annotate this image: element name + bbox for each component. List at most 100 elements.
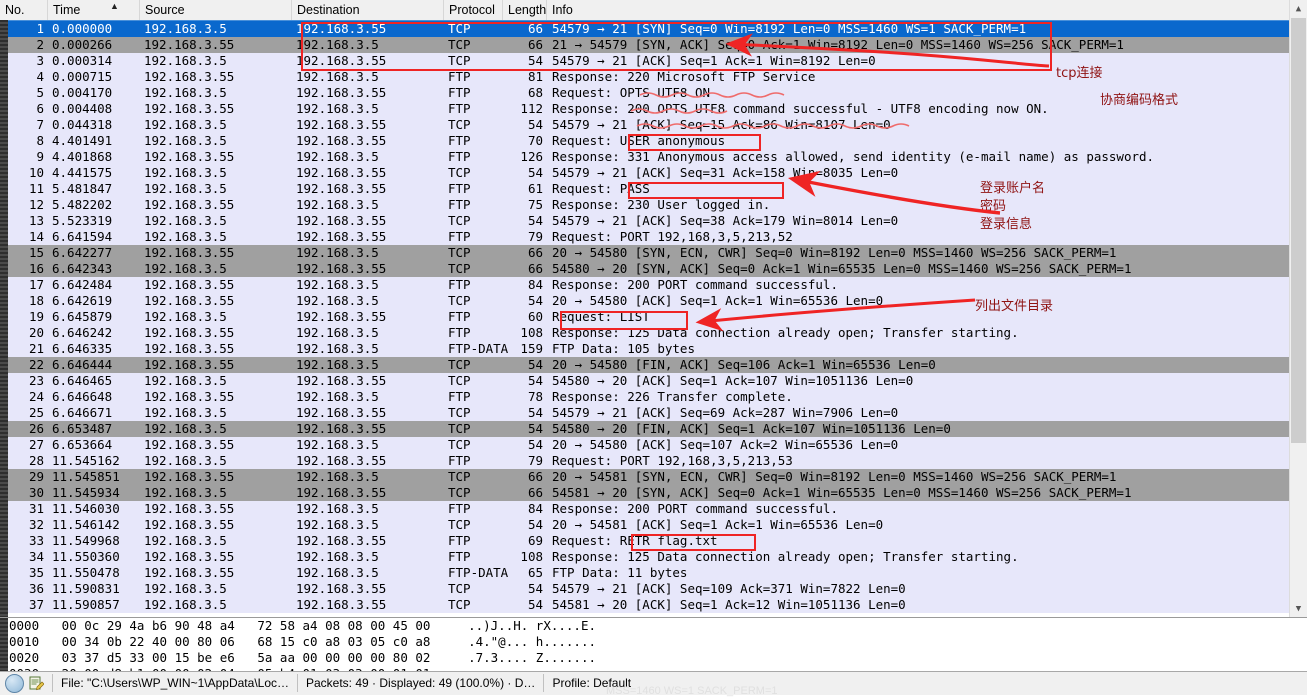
table-row[interactable]: 33 11.549968 192.168.3.5 192.168.3.55 FTP 69 R…: [0, 533, 1307, 549]
table-row[interactable]: 2 0.000266 192.168.3.55 192.168.3.5 TCP 66 21 …: [0, 37, 1307, 53]
packet-protocol: TCP: [448, 357, 471, 372]
packet-time: 6.646671: [52, 405, 113, 420]
packet-protocol: FTP: [448, 501, 471, 516]
sort-ascending-icon: ▲: [110, 1, 119, 11]
packet-info: Response: 125 Data connection already op…: [552, 325, 1019, 340]
table-row[interactable]: 27 6.653664 192.168.3.55 192.168.3.5 TCP 54 20…: [0, 437, 1307, 453]
column-header-protocol[interactable]: Protocol: [444, 0, 503, 20]
packet-length: 65: [527, 565, 543, 580]
packet-destination: 192.168.3.5: [296, 565, 379, 580]
packet-destination: 192.168.3.5: [296, 357, 379, 372]
column-header-length[interactable]: Length: [503, 0, 547, 20]
packet-length: 79: [527, 229, 543, 244]
packet-time: 11.550360: [52, 549, 120, 564]
table-row[interactable]: 14 6.641594 192.168.3.5 192.168.3.55 FTP 79 Re…: [0, 229, 1307, 245]
packet-length: 84: [527, 277, 543, 292]
packet-source: 192.168.3.5: [144, 21, 227, 36]
packet-info: 54581 → 20 [SYN, ACK] Seq=0 Ack=1 Win=65…: [552, 485, 1132, 500]
table-row[interactable]: 17 6.642484 192.168.3.55 192.168.3.5 FTP 84 Re…: [0, 277, 1307, 293]
scroll-up-icon[interactable]: ▲: [1290, 0, 1307, 17]
table-row[interactable]: 35 11.550478 192.168.3.55 192.168.3.5 FTP-DA…: [0, 565, 1307, 581]
packet-time: 5.482202: [52, 197, 113, 212]
table-row[interactable]: 36 11.590831 192.168.3.5 192.168.3.55 TCP 54 5…: [0, 581, 1307, 597]
table-row[interactable]: 21 6.646335 192.168.3.55 192.168.3.5 FTP-DAT…: [0, 341, 1307, 357]
table-row[interactable]: 18 6.642619 192.168.3.55 192.168.3.5 TCP 54 20…: [0, 293, 1307, 309]
table-row[interactable]: 11 5.481847 192.168.3.5 192.168.3.55 FTP 61 Re…: [0, 181, 1307, 197]
table-row[interactable]: 9 4.401868 192.168.3.55 192.168.3.5 FTP 126 Re…: [0, 149, 1307, 165]
table-row[interactable]: 20 6.646242 192.168.3.55 192.168.3.5 FTP 108 R…: [0, 325, 1307, 341]
packet-time: 6.646465: [52, 373, 113, 388]
packet-list-header[interactable]: No. Time Source Destination Protocol Len…: [0, 0, 1307, 21]
table-row[interactable]: 4 0.000715 192.168.3.55 192.168.3.5 FTP 81 Res…: [0, 69, 1307, 85]
packet-list-scrollbar[interactable]: ▲ ▼: [1289, 0, 1307, 617]
table-row[interactable]: 6 0.004408 192.168.3.55 192.168.3.5 FTP 112 Re…: [0, 101, 1307, 117]
table-row[interactable]: 32 11.546142 192.168.3.55 192.168.3.5 TCP 54 2…: [0, 517, 1307, 533]
table-row[interactable]: 28 11.545162 192.168.3.5 192.168.3.55 FTP 79 R…: [0, 453, 1307, 469]
table-row[interactable]: 7 0.044318 192.168.3.5 192.168.3.55 TCP 54 545…: [0, 117, 1307, 133]
packet-protocol: FTP: [448, 181, 471, 196]
table-row[interactable]: 34 11.550360 192.168.3.55 192.168.3.5 FTP 108…: [0, 549, 1307, 565]
table-row[interactable]: 19 6.645879 192.168.3.5 192.168.3.55 FTP 60 Re…: [0, 309, 1307, 325]
packet-length: 54: [527, 437, 543, 452]
column-header-source[interactable]: Source: [140, 0, 292, 20]
table-row[interactable]: 12 5.482202 192.168.3.55 192.168.3.5 FTP 75 Re…: [0, 197, 1307, 213]
packet-source: 192.168.3.55: [144, 149, 235, 164]
table-row[interactable]: 37 11.590857 192.168.3.5 192.168.3.55 TCP 54 5…: [0, 597, 1307, 613]
table-row[interactable]: 16 6.642343 192.168.3.5 192.168.3.55 TCP 66 54…: [0, 261, 1307, 277]
table-row[interactable]: 22 6.646444 192.168.3.55 192.168.3.5 TCP 54 20…: [0, 357, 1307, 373]
packet-protocol: TCP: [448, 21, 471, 36]
packet-info: Request: RETR flag.txt: [552, 533, 718, 548]
table-row[interactable]: 31 11.546030 192.168.3.55 192.168.3.5 FTP 84 R…: [0, 501, 1307, 517]
table-row[interactable]: 25 6.646671 192.168.3.5 192.168.3.55 TCP 54 54…: [0, 405, 1307, 421]
packet-protocol: FTP-DATA: [448, 565, 509, 580]
table-row[interactable]: 29 11.545851 192.168.3.55 192.168.3.5 TCP 66 2…: [0, 469, 1307, 485]
packet-length: 108: [520, 549, 543, 564]
packet-destination: 192.168.3.55: [296, 597, 387, 612]
packet-time: 0.000715: [52, 69, 113, 84]
packet-source: 192.168.3.5: [144, 581, 227, 596]
table-row[interactable]: 8 4.401491 192.168.3.5 192.168.3.55 FTP 70 Req…: [0, 133, 1307, 149]
table-row[interactable]: 30 11.545934 192.168.3.5 192.168.3.55 TCP 66 5…: [0, 485, 1307, 501]
packet-length: 54: [527, 421, 543, 436]
table-row[interactable]: 10 4.441575 192.168.3.5 192.168.3.55 TCP 54 54…: [0, 165, 1307, 181]
packet-time: 11.545162: [52, 453, 120, 468]
table-row[interactable]: 3 0.000314 192.168.3.5 192.168.3.55 TCP 54 545…: [0, 53, 1307, 69]
packet-protocol: FTP: [448, 149, 471, 164]
capture-comment-icon[interactable]: [28, 675, 45, 691]
column-header-info[interactable]: Info: [547, 0, 1307, 20]
packet-rows[interactable]: 1 0.000000 192.168.3.5 192.168.3.55 TCP 66 545…: [0, 21, 1307, 617]
packet-length: 54: [527, 597, 543, 612]
packet-source: 192.168.3.5: [144, 309, 227, 324]
column-header-no[interactable]: No.: [0, 0, 48, 20]
scroll-down-icon[interactable]: ▼: [1290, 600, 1307, 617]
packet-destination: 192.168.3.5: [296, 517, 379, 532]
table-row[interactable]: 23 6.646465 192.168.3.5 192.168.3.55 TCP 54 54…: [0, 373, 1307, 389]
packet-time: 6.642619: [52, 293, 113, 308]
scrollbar-thumb[interactable]: [1291, 18, 1306, 443]
packet-length: 69: [527, 533, 543, 548]
packet-length: 70: [527, 133, 543, 148]
packet-protocol: TCP: [448, 405, 471, 420]
column-header-destination[interactable]: Destination: [292, 0, 444, 20]
table-row[interactable]: 5 0.004170 192.168.3.5 192.168.3.55 FTP 68 Req…: [0, 85, 1307, 101]
expert-info-icon[interactable]: [5, 673, 24, 693]
column-header-time[interactable]: Time: [48, 0, 140, 20]
packet-protocol: FTP: [448, 277, 471, 292]
packet-length: 66: [527, 485, 543, 500]
packet-bytes-pane[interactable]: 0000 00 0c 29 4a b6 90 48 a4 72 58 a4 08…: [0, 617, 1307, 671]
packet-list-pane[interactable]: No. Time Source Destination Protocol Len…: [0, 0, 1307, 617]
table-row[interactable]: 24 6.646648 192.168.3.55 192.168.3.5 FTP 78 Re…: [0, 389, 1307, 405]
table-row[interactable]: 15 6.642277 192.168.3.55 192.168.3.5 TCP 66 20…: [0, 245, 1307, 261]
packet-info: Response: 230 User logged in.: [552, 197, 771, 212]
packet-destination: 192.168.3.55: [296, 453, 387, 468]
packet-info: 20 → 54580 [FIN, ACK] Seq=106 Ack=1 Win=…: [552, 357, 936, 372]
packet-source: 192.168.3.5: [144, 117, 227, 132]
packet-length: 68: [527, 85, 543, 100]
table-row[interactable]: 26 6.653487 192.168.3.5 192.168.3.55 TCP 54 54…: [0, 421, 1307, 437]
packet-length: 54: [527, 293, 543, 308]
packet-list[interactable]: No. Time Source Destination Protocol Len…: [0, 0, 1307, 617]
table-row[interactable]: 1 0.000000 192.168.3.5 192.168.3.55 TCP 66 545…: [0, 21, 1307, 37]
table-row[interactable]: 13 5.523319 192.168.3.5 192.168.3.55 TCP 54 54…: [0, 213, 1307, 229]
packet-info: 21 → 54579 [SYN, ACK] Seq=0 Ack=1 Win=81…: [552, 37, 1124, 52]
packet-source: 192.168.3.5: [144, 533, 227, 548]
